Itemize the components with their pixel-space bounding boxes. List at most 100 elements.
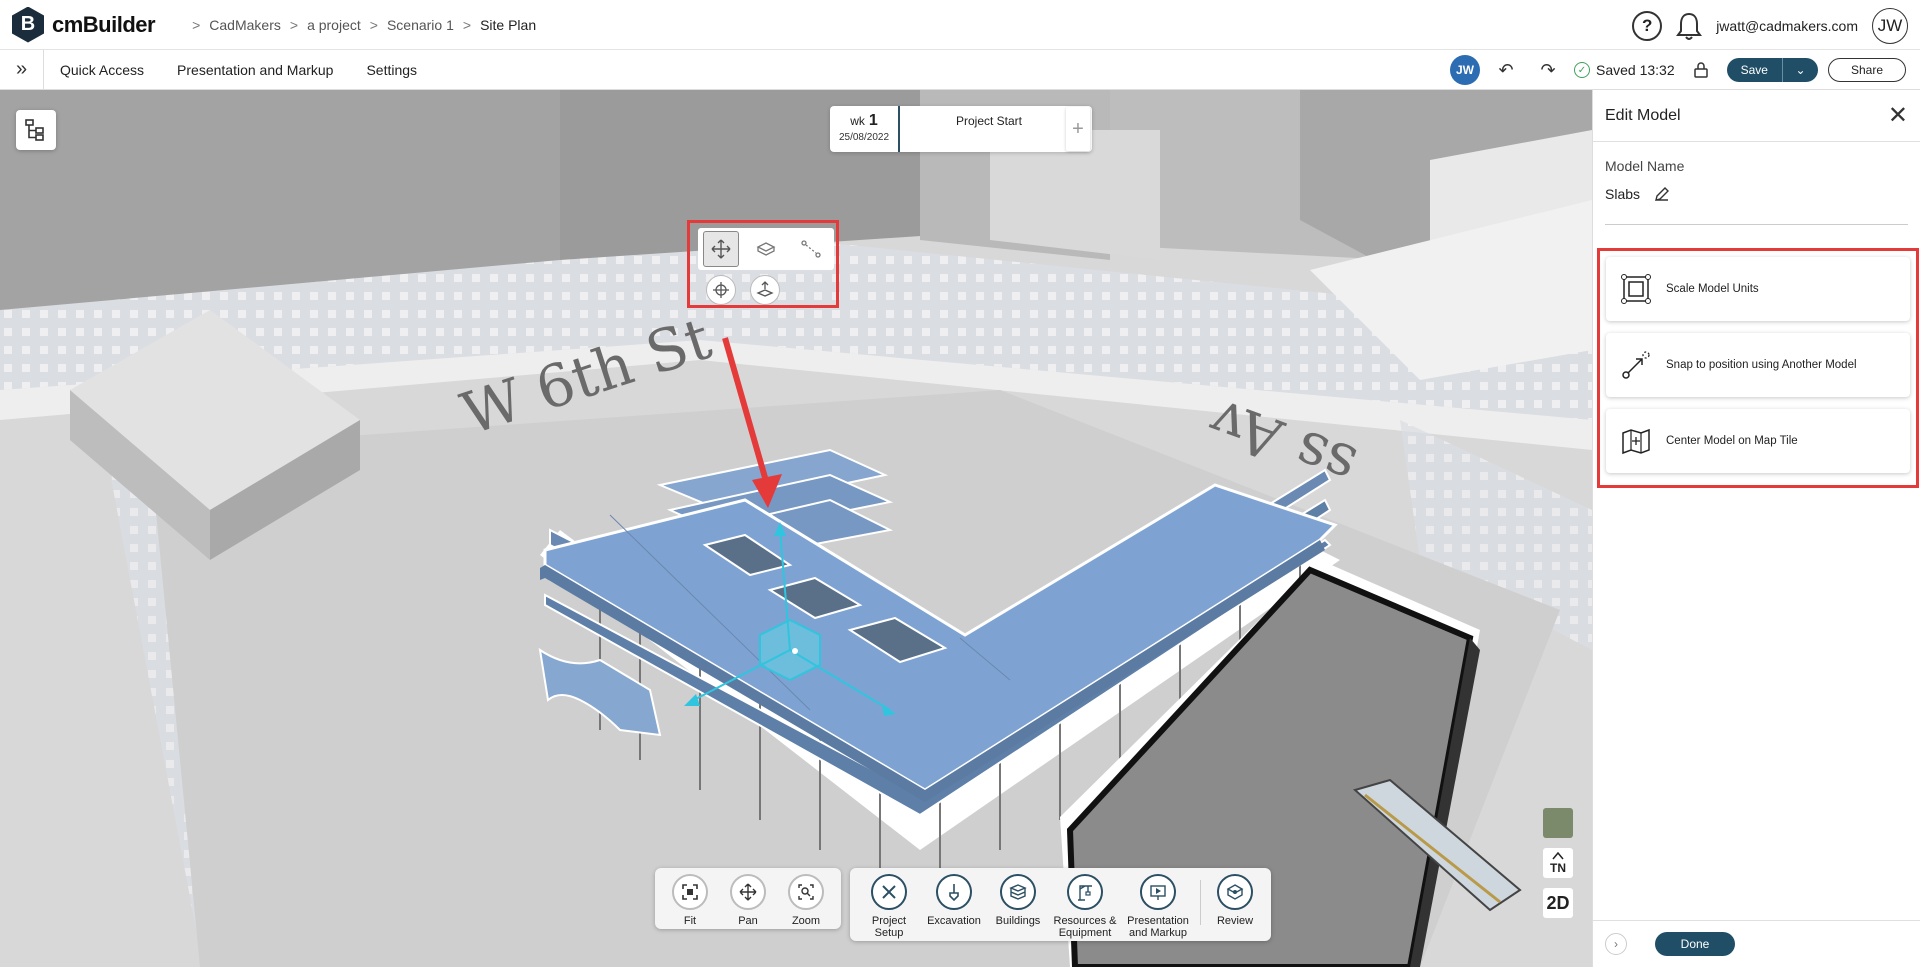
week-number: 1: [868, 112, 878, 129]
breadcrumb-item[interactable]: a project: [307, 17, 361, 33]
wrench-icon: [871, 874, 907, 910]
chevron-right-icon[interactable]: ›: [1605, 933, 1627, 955]
review-tool[interactable]: Review: [1205, 874, 1265, 939]
top-bar: B cmBuilder > CadMakers > a project > Sc…: [0, 0, 1920, 50]
measure-mode-icon[interactable]: [793, 231, 829, 267]
review-icon: [1217, 874, 1253, 910]
shovel-icon: [936, 874, 972, 910]
excavation-label: Excavation: [927, 915, 981, 927]
map-tile-thumbnail[interactable]: [1543, 808, 1573, 838]
user-email[interactable]: jwatt@cadmakers.com: [1716, 18, 1858, 34]
scale-model-units-label: Scale Model Units: [1666, 283, 1759, 295]
presentation-icon: [1140, 874, 1176, 910]
lift-model-icon[interactable]: [750, 275, 780, 305]
map-center-icon: [1618, 423, 1654, 459]
collaborator-avatar[interactable]: JW: [1449, 55, 1480, 85]
pan-icon: [730, 874, 766, 910]
save-status: ✓ Saved 13:32: [1573, 62, 1675, 78]
save-button[interactable]: Save: [1726, 58, 1782, 82]
undo-icon[interactable]: ↶: [1490, 55, 1522, 85]
add-timeline-button[interactable]: +: [1066, 107, 1090, 151]
pan-label: Pan: [738, 915, 758, 927]
done-button[interactable]: Done: [1655, 932, 1735, 956]
panel-header: Edit Model ✕: [1593, 90, 1920, 142]
scale-model-units-option[interactable]: Scale Model Units: [1606, 257, 1910, 321]
excavation-tool[interactable]: Excavation: [922, 874, 986, 939]
toolbar-divider: [1200, 880, 1201, 925]
model-tree-button[interactable]: [16, 110, 56, 150]
chevron-right-icon: >: [369, 16, 378, 33]
buildings-icon: [1000, 874, 1036, 910]
review-label: Review: [1216, 915, 1254, 927]
timeline-card[interactable]: wk 1 25/08/2022 Project Start: [830, 106, 1092, 152]
breadcrumb-item[interactable]: CadMakers: [209, 17, 281, 33]
model-name-value: Slabs: [1605, 186, 1641, 202]
week-label: wk: [850, 114, 865, 128]
menu-presentation-markup[interactable]: Presentation and Markup: [177, 62, 333, 78]
save-button-group: Save ⌄: [1726, 58, 1818, 82]
model-tree-icon: [25, 119, 44, 141]
chevron-right-icon: >: [289, 16, 299, 33]
north-arrow-icon: [1552, 852, 1564, 860]
app-name: cmBuilder: [52, 11, 156, 37]
expand-sidebar-icon[interactable]: »: [0, 49, 44, 90]
lock-icon[interactable]: [1685, 55, 1717, 85]
resources-equipment-tool[interactable]: Resources & Equipment: [1050, 874, 1120, 939]
share-button[interactable]: Share: [1827, 58, 1906, 82]
menu-quick-access[interactable]: Quick Access: [60, 62, 144, 78]
fit-label: Fit: [683, 915, 697, 927]
buildings-label: Buildings: [995, 915, 1041, 927]
3d-viewport[interactable]: W 6th St ss Av wk 1 25/08/2022 Project S…: [0, 90, 1592, 967]
model-name-row: Slabs: [1605, 186, 1920, 202]
edit-model-panel: Edit Model ✕ Model Name Slabs Scale Mode…: [1592, 90, 1920, 967]
menu-settings[interactable]: Settings: [366, 62, 417, 78]
transform-mode-panel: [698, 228, 834, 270]
main-tools: Project Setup Excavation Buildings Resou…: [850, 868, 1271, 941]
help-icon[interactable]: ?: [1632, 11, 1663, 41]
close-icon[interactable]: ✕: [1888, 103, 1908, 128]
presentation-markup-label: Presentation and Markup: [1127, 915, 1189, 939]
move-mode-icon[interactable]: [702, 231, 739, 267]
snap-to-position-option[interactable]: Snap to position using Another Model: [1606, 333, 1910, 397]
fit-icon: [672, 874, 708, 910]
logo-mark: B: [12, 6, 44, 43]
true-north-label: TN: [1550, 861, 1566, 875]
bell-icon[interactable]: [1676, 11, 1703, 41]
view-mode-2d-button[interactable]: 2D: [1543, 888, 1573, 918]
presentation-markup-tool[interactable]: Presentation and Markup: [1120, 874, 1196, 939]
model-options-highlight: Scale Model Units Snap to position using…: [1597, 248, 1919, 488]
global-move-icon[interactable]: [706, 275, 736, 305]
timeline-title: Project Start: [955, 114, 1023, 128]
scale-icon: [1618, 271, 1654, 307]
user-avatar[interactable]: JW: [1872, 8, 1908, 44]
save-dropdown-chevron-icon[interactable]: ⌄: [1781, 58, 1818, 82]
transform-mode-highlight: [687, 220, 839, 308]
project-setup-tool[interactable]: Project Setup: [856, 874, 922, 939]
zoom-tool[interactable]: Zoom: [777, 874, 835, 927]
panel-footer: › Done: [1593, 920, 1920, 967]
breadcrumb-item[interactable]: Scenario 1: [387, 17, 454, 33]
crane-icon: [1067, 874, 1103, 910]
panel-title: Edit Model: [1605, 106, 1681, 124]
center-model-option[interactable]: Center Model on Map Tile: [1606, 409, 1910, 473]
fit-tool[interactable]: Fit: [661, 874, 719, 927]
week-date: 25/08/2022: [838, 132, 890, 143]
check-icon: ✓: [1573, 62, 1590, 78]
snap-icon: [1618, 347, 1654, 383]
center-model-label: Center Model on Map Tile: [1666, 435, 1798, 447]
buildings-tool[interactable]: Buildings: [986, 874, 1050, 939]
breadcrumb-current: Site Plan: [480, 16, 537, 33]
project-setup-label: Project Setup: [871, 915, 907, 939]
panel-divider: [1605, 224, 1908, 225]
timeline-week: wk 1 25/08/2022: [830, 106, 900, 152]
app-logo[interactable]: B cmBuilder: [12, 6, 156, 43]
edit-pencil-icon[interactable]: [1654, 186, 1670, 202]
model-name-label: Model Name: [1605, 158, 1685, 174]
redo-icon[interactable]: ↷: [1532, 55, 1564, 85]
view-tools: Fit Pan Zoom: [655, 868, 841, 929]
rotate-mode-icon[interactable]: [748, 231, 784, 267]
pan-tool[interactable]: Pan: [719, 874, 777, 927]
chevron-right-icon: >: [462, 16, 472, 33]
zoom-label: Zoom: [791, 915, 821, 927]
true-north-button[interactable]: TN: [1543, 848, 1573, 878]
